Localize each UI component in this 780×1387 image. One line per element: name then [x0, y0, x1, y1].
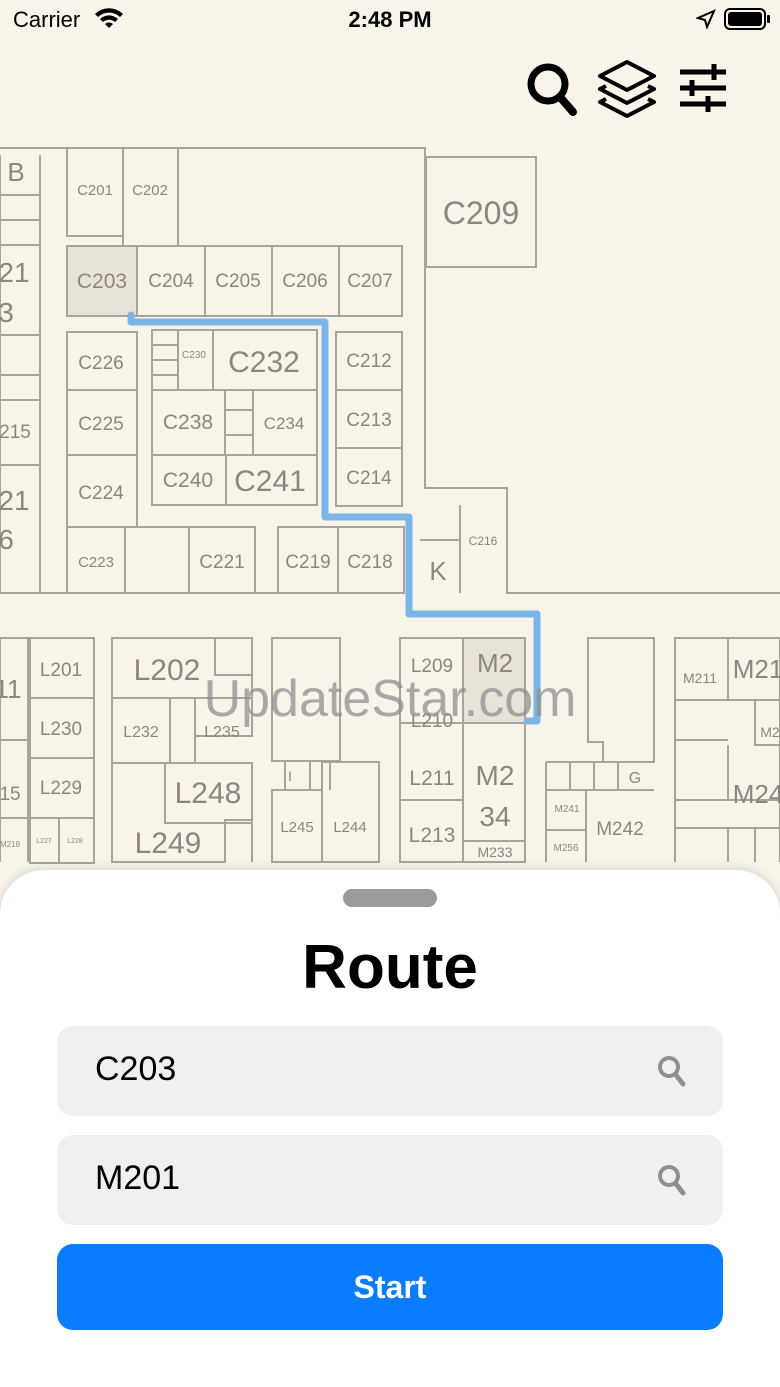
layers-button[interactable]	[596, 56, 656, 120]
search-icon[interactable]	[657, 1163, 687, 1197]
svg-text:C216: C216	[469, 534, 498, 548]
svg-text:K: K	[429, 556, 447, 586]
svg-text:C218: C218	[347, 552, 392, 573]
svg-text:G: G	[629, 770, 641, 787]
svg-text:M21: M21	[733, 654, 780, 684]
svg-text:C225: C225	[78, 414, 123, 435]
svg-text:C205: C205	[215, 271, 260, 292]
layers-icon	[598, 60, 656, 118]
svg-text:C238: C238	[163, 411, 213, 434]
svg-text:C213: C213	[346, 410, 391, 431]
destination-value: M201	[95, 1159, 181, 1197]
svg-text:C206: C206	[282, 271, 327, 292]
svg-text:L229: L229	[40, 778, 82, 799]
status-bar: Carrier 2:48 PM	[0, 0, 780, 40]
svg-text:L211: L211	[409, 767, 454, 790]
svg-text:L227: L227	[36, 838, 52, 845]
clock: 2:48 PM	[348, 7, 432, 32]
svg-text:215: 215	[0, 422, 31, 443]
origin-value: C203	[95, 1050, 177, 1088]
svg-text:M256: M256	[553, 843, 578, 854]
svg-text:L201: L201	[40, 660, 82, 681]
origin-field[interactable]: C203	[57, 1026, 723, 1116]
svg-text:21: 21	[0, 257, 30, 288]
svg-text:C202: C202	[132, 182, 168, 199]
svg-text:3: 3	[0, 297, 14, 328]
search-button[interactable]	[522, 56, 582, 120]
svg-text:C226: C226	[78, 353, 123, 374]
svg-text:21: 21	[0, 485, 30, 516]
svg-text:C203: C203	[77, 270, 127, 293]
svg-text:M233: M233	[477, 844, 512, 860]
sliders-icon	[680, 64, 726, 112]
svg-text:M24: M24	[733, 779, 780, 809]
sheet-title: Route	[302, 933, 478, 1002]
svg-text:I: I	[288, 768, 292, 784]
start-button[interactable]: Start	[57, 1244, 723, 1330]
svg-text:C207: C207	[347, 271, 392, 292]
svg-text:L249: L249	[135, 827, 202, 860]
svg-text:M211: M211	[683, 670, 717, 686]
svg-text:C234: C234	[264, 414, 305, 433]
search-icon	[527, 63, 577, 116]
svg-text:C219: C219	[285, 552, 330, 573]
svg-text:B: B	[7, 157, 24, 187]
destination-field[interactable]: M201	[57, 1135, 723, 1225]
svg-text:C232: C232	[228, 346, 300, 379]
svg-text:6: 6	[0, 524, 14, 555]
svg-text:C212: C212	[346, 351, 391, 372]
svg-text:C241: C241	[234, 465, 306, 498]
svg-text:L248: L248	[175, 777, 242, 810]
floor-map[interactable]: B C201 C202 C209 21 3 C203 C204 C205 C20…	[0, 40, 780, 900]
svg-text:C201: C201	[77, 182, 113, 199]
svg-text:L213: L213	[409, 824, 456, 847]
svg-text:C223: C223	[78, 554, 114, 571]
svg-text:C221: C221	[199, 552, 244, 573]
svg-text:L228: L228	[67, 838, 83, 845]
battery-icon	[724, 8, 770, 30]
svg-text:C204: C204	[148, 271, 194, 292]
svg-text:L244: L244	[333, 819, 366, 836]
svg-text:L202: L202	[134, 654, 201, 687]
sheet-drag-handle[interactable]	[343, 889, 437, 907]
svg-text:M2: M2	[760, 724, 780, 740]
location-arrow-icon	[696, 9, 716, 29]
svg-text:C240: C240	[163, 469, 213, 492]
svg-text:M241: M241	[554, 804, 579, 815]
svg-text:15: 15	[0, 784, 21, 805]
svg-text:L232: L232	[123, 724, 159, 741]
svg-text:M2: M2	[476, 760, 515, 791]
svg-text:L245: L245	[280, 819, 313, 836]
watermark: UpdateStar.com	[204, 670, 577, 728]
svg-text:C224: C224	[78, 483, 124, 504]
search-icon[interactable]	[657, 1054, 687, 1088]
svg-text:34: 34	[479, 801, 510, 832]
svg-text:C214: C214	[346, 468, 392, 489]
svg-text:L230: L230	[40, 719, 82, 740]
svg-text:M242: M242	[596, 819, 644, 840]
filters-button[interactable]	[676, 56, 736, 120]
svg-text:C209: C209	[443, 195, 520, 231]
svg-text:C230: C230	[182, 350, 206, 361]
svg-text:11: 11	[0, 674, 22, 704]
svg-text:M218: M218	[0, 840, 21, 849]
route-sheet: Route C203 M201 Start	[0, 870, 780, 1387]
